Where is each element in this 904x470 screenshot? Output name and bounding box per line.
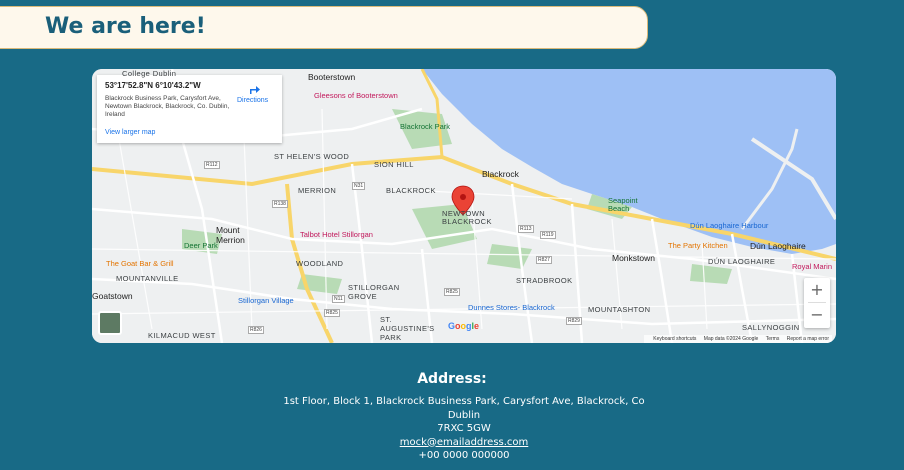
map-label-talbot-hotel: Talbot Hotel Stillorgan (300, 230, 373, 239)
map-label-mountanville: MOUNTANVILLE (116, 274, 179, 283)
road-label: R113 (518, 225, 534, 233)
map-label-blackrock-town: Blackrock (482, 169, 519, 179)
road-label: N11 (332, 295, 345, 303)
view-larger-map-link[interactable]: View larger map (105, 129, 155, 136)
map-label-gleesons: Gleesons of Booterstown (314, 91, 398, 100)
map-label-stradbrook: STRADBROOK (516, 276, 573, 285)
map-label-st-augustines-park: ST. AUGUSTINE'S PARK (380, 315, 435, 342)
road-label: R825 (444, 288, 460, 296)
map-label-newtown-blackrock: NEWTOWN BLACKROCK (442, 209, 492, 226)
road-label: R829 (566, 317, 582, 325)
map-label-dunnes-stores: Dunnes Stores- Blackrock (468, 303, 555, 312)
phone-number: +00 0000 000000 (418, 450, 510, 461)
keyboard-shortcuts-link[interactable]: Keyboard shortcuts (653, 336, 696, 342)
map-label-woodland: WOODLAND (296, 259, 344, 268)
road-label: R826 (248, 326, 264, 334)
road-label: R825 (324, 309, 340, 317)
zoom-in-button[interactable]: + (804, 278, 830, 302)
map-label-blackrock-area: BLACKROCK (386, 186, 436, 195)
google-logo: Google (448, 321, 480, 331)
address-postcode: 7RXC 5GW (437, 423, 491, 434)
terms-link[interactable]: Terms (766, 336, 780, 342)
map-label-goatstown: Goatstown (92, 291, 133, 301)
map-label-dun-laoghaire-area: DÚN LAOGHAIRE (708, 257, 776, 266)
map-label-goat-bar: The Goat Bar & Grill (106, 259, 174, 268)
map-footer: Keyboard shortcuts Map data ©2024 Google… (644, 335, 832, 343)
map-label-sion-hill: SION HILL (374, 160, 414, 169)
map-label-blackrock-park: Blackrock Park (400, 122, 451, 131)
zoom-out-button[interactable]: − (804, 303, 830, 327)
address-block: 1st Floor, Block 1, Blackrock Business P… (282, 395, 646, 463)
map-label-booterstown: Booterstown (308, 72, 356, 82)
map-label-college-dublin: College Dublin (122, 69, 177, 78)
report-error-link[interactable]: Report a map error (787, 336, 829, 342)
directions-link[interactable]: Directions (237, 97, 268, 104)
page-title: We are here! (45, 14, 206, 39)
address-line-1: 1st Floor, Block 1, Blackrock Business P… (283, 396, 645, 407)
road-label: R112 (204, 161, 220, 169)
road-label: R119 (540, 231, 556, 239)
place-info-card: 53°17'52.8"N 6°10'43.2"W Blackrock Busin… (97, 75, 282, 143)
embedded-map[interactable]: 53°17'52.8"N 6°10'43.2"W Blackrock Busin… (92, 69, 836, 343)
road-label: N31 (352, 182, 366, 190)
email-link[interactable]: mock@emailaddress.com (400, 437, 529, 448)
map-label-mountashton: MOUNTASHTON (588, 305, 651, 314)
map-layer-toggle[interactable] (98, 311, 122, 335)
address-line-2: Dublin (447, 409, 481, 421)
map-label-merrion: MERRION (298, 186, 337, 195)
map-label-stillorgan-village: Stillorgan Village (238, 296, 294, 305)
map-label-sallynoggin: SALLYNOGGIN (742, 323, 800, 332)
coordinates: 53°17'52.8"N 6°10'43.2"W (105, 81, 201, 90)
map-label-seapoint: Seapoint Beach (608, 196, 638, 213)
map-label-kilmacud-west: KILMACUD WEST (148, 331, 216, 340)
map-label-dun-laoghaire: Dún Laoghaire (750, 241, 806, 251)
map-data-credit: Map data ©2024 Google (703, 336, 759, 342)
road-label: R138 (272, 200, 288, 208)
map-label-party-kitchen: The Party Kitchen (668, 241, 728, 250)
map-label-stillorgan-grove: STILLORGAN GROVE (348, 283, 400, 301)
road-label: R827 (536, 256, 552, 264)
map-label-monkstown: Monkstown (612, 253, 655, 263)
address-heading: Address: (417, 371, 487, 387)
map-label-royal-marine: Royal Marin (792, 262, 833, 271)
map-label-deer-park: Deer Park (184, 241, 218, 250)
map-label-dun-laoghaire-harbour: Dún Laoghaire Harbour (690, 221, 769, 230)
map-label-mount-merrion: Mount Merrion (216, 225, 245, 245)
place-address: Blackrock Business Park, Carysfort Ave, … (105, 95, 230, 118)
map-label-st-helens-wood: ST HELEN'S WOOD (274, 152, 350, 161)
zoom-control: + − (804, 278, 830, 328)
